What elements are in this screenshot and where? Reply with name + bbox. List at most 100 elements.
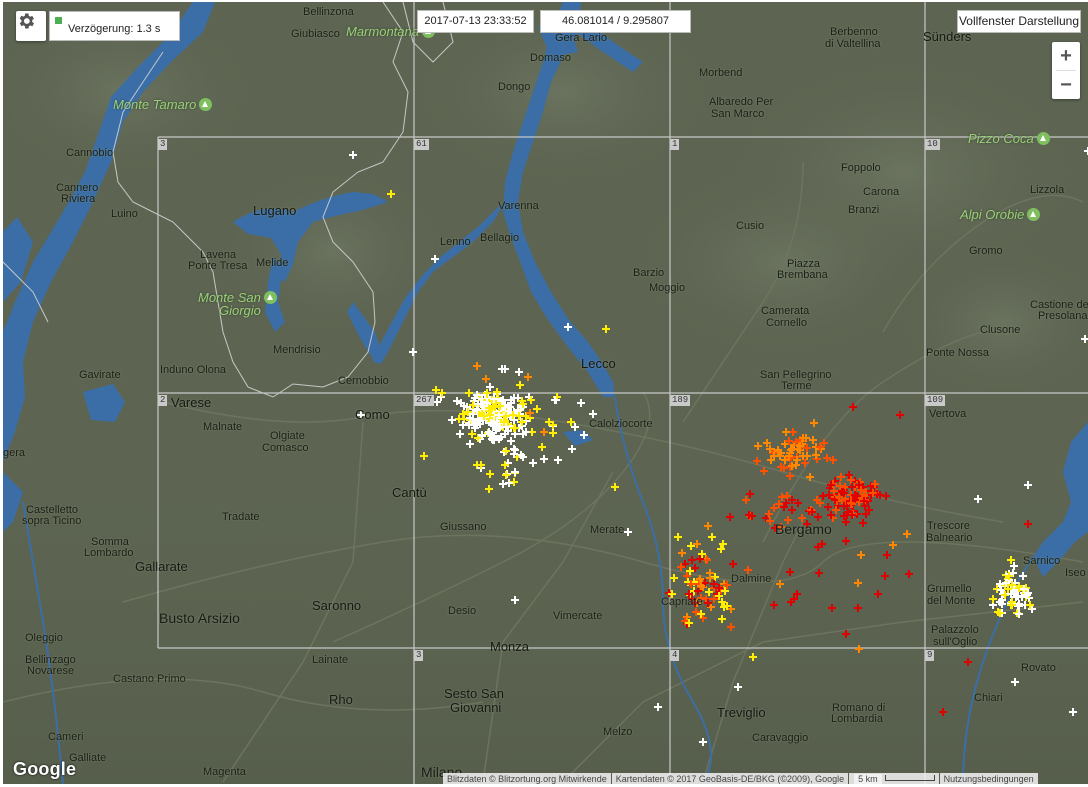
map-canvas[interactable]: 3 61 1 10 2 267 189 109 3 4 9 Bellinzona… — [3, 2, 1088, 784]
place-label: Gromo — [969, 245, 1003, 257]
place-label: Lenno — [440, 236, 471, 248]
place-label: Rho — [329, 692, 353, 707]
zoom-out-button[interactable]: − — [1052, 71, 1080, 99]
park-label-line2: Giorgio — [219, 303, 261, 318]
place-label: sull'Oglio — [933, 636, 978, 648]
park-name: Monte Tamaro — [113, 97, 197, 112]
place-label: Sarnico — [1023, 555, 1061, 567]
place-label: Vertova — [929, 408, 967, 420]
zoom-in-button[interactable]: + — [1052, 42, 1080, 70]
place-label: di Valtellina — [825, 38, 881, 50]
place-label: Como — [355, 407, 390, 422]
place-label: Luino — [111, 208, 138, 220]
place-label: Mendrisio — [273, 344, 321, 356]
status-dot — [55, 17, 62, 24]
place-label: Melide — [256, 257, 289, 269]
place-label: Foppolo — [841, 162, 881, 174]
place-label: Varenna — [498, 200, 539, 212]
place-label: Giubiasco — [291, 28, 340, 40]
park-name: Alpi Orobie — [960, 207, 1025, 222]
park-label: Monte Tamaro — [113, 97, 213, 112]
place-label: Balneario — [926, 532, 973, 544]
place-label: Ponte Tresa — [188, 260, 248, 272]
place-label: Clusone — [980, 324, 1021, 336]
place-label: Barzio — [633, 267, 665, 279]
place-label: gera — [3, 447, 26, 459]
place-label: Lugano — [253, 203, 297, 218]
grid-count-label: 267 — [414, 395, 435, 406]
google-logo: Google — [13, 759, 77, 779]
scale-label: 5 km — [854, 774, 882, 784]
timestamp-display: 2017-07-13 23:33:52 — [417, 10, 534, 33]
place-label: Giussano — [440, 521, 487, 533]
place-label: Melzo — [603, 726, 633, 738]
place-label: Presolana — [1038, 310, 1088, 322]
place-label: Monza — [490, 639, 530, 654]
place-label: Albaredo Per — [709, 96, 774, 108]
place-label: Cameri — [48, 731, 84, 743]
fullscreen-button[interactable]: Vollfenster Darstellung — [957, 10, 1081, 33]
place-label: Branzi — [848, 204, 880, 216]
grid-count-label: 189 — [670, 395, 691, 406]
place-label: Grumello — [927, 583, 972, 595]
scale-line — [884, 775, 935, 781]
place-label: Lombardia — [831, 713, 883, 725]
settings-button[interactable] — [16, 11, 46, 41]
place-label: Busto Arsizio — [159, 610, 240, 626]
place-label: Bellinzona — [303, 6, 354, 18]
place-label: Domaso — [530, 52, 571, 64]
place-label: Calolziocorte — [589, 418, 653, 430]
grid-count-label: 9 — [925, 650, 935, 661]
coordinates-display: 46.081014 / 9.295807 — [540, 10, 691, 33]
place-label: Sesto San — [444, 686, 504, 701]
place-label: Lainate — [312, 654, 349, 666]
map-data-attribution[interactable]: Kartendaten © 2017 GeoBasis-DE/BKG (©200… — [611, 773, 849, 784]
park-label: Pizzo Coca — [968, 132, 1050, 145]
place-label: Palazzolo — [931, 624, 979, 636]
place-label: Saronno — [312, 598, 362, 613]
mountain-icon — [1027, 208, 1041, 221]
grid-count-label: 109 — [925, 395, 946, 406]
place-label: Cannobio — [66, 147, 114, 159]
place-label: Lombardo — [84, 547, 134, 559]
place-label: Comasco — [262, 442, 309, 454]
mountain-icon — [199, 98, 213, 111]
place-label: Desio — [448, 605, 477, 617]
place-label: Dalmine — [731, 573, 772, 585]
grid-count-label: 3 — [414, 650, 424, 661]
place-label: Bellagio — [480, 232, 520, 244]
park-name: Pizzo Coca — [968, 131, 1034, 146]
place-label: Olgiate — [270, 430, 305, 442]
place-label: Bergamo — [775, 521, 832, 537]
place-label: San Marco — [711, 108, 765, 120]
place-label: Novarese — [27, 665, 75, 677]
place-label: Cornello — [766, 317, 807, 329]
place-label: Dongo — [498, 81, 531, 93]
place-label: Trescore — [927, 520, 970, 532]
place-label: Gallarate — [135, 559, 188, 574]
place-label: Varese — [171, 395, 212, 410]
place-label: Terme — [781, 380, 812, 392]
place-label: sopra Ticino — [22, 515, 82, 527]
place-label: Chiari — [974, 692, 1003, 704]
place-label: Magenta — [203, 766, 246, 778]
grid-count-label: 3 — [158, 139, 168, 150]
place-label: Gavirate — [79, 369, 121, 381]
map-svg — [3, 2, 1088, 784]
place-label: Brembana — [777, 269, 828, 281]
place-label: Iseo — [1065, 567, 1086, 579]
grid-count-label: 1 — [670, 139, 680, 150]
delay-text: Verzögerung: 1.3 s — [68, 23, 161, 35]
place-label: Capriate — [661, 596, 703, 608]
place-label: Berbenno — [830, 26, 878, 38]
grid-count-label: 61 — [414, 139, 429, 150]
place-label: Oleggio — [25, 632, 63, 644]
place-label: Cusio — [736, 220, 765, 232]
terms-link[interactable]: Nutzungsbedingungen — [939, 773, 1038, 784]
place-label: Induno Olona — [160, 364, 227, 376]
mountain-icon — [263, 291, 277, 304]
blitz-attribution[interactable]: Blitzdaten © Blitzortung.org Mitwirkende — [443, 773, 611, 784]
park-name: Marmontana — [346, 24, 419, 39]
place-label: Moggio — [649, 282, 686, 294]
delay-indicator: Verzögerung: 1.3 s — [49, 11, 180, 41]
